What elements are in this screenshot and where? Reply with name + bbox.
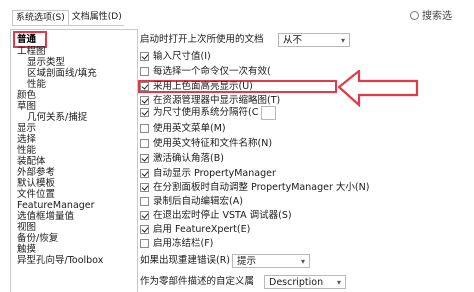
chevron-down-icon: ▾ bbox=[340, 36, 345, 45]
search-box[interactable]: 搜索选 bbox=[410, 7, 452, 22]
checkbox[interactable] bbox=[140, 239, 149, 248]
checkbox[interactable] bbox=[140, 169, 149, 178]
annotation-arrow-icon bbox=[338, 70, 419, 108]
checkbox[interactable] bbox=[140, 139, 149, 148]
option-label: 激活确认角落(B) bbox=[153, 153, 224, 164]
option-label: 使用英文菜单(M) bbox=[153, 123, 226, 134]
search-placeholder: 搜索选 bbox=[422, 11, 452, 22]
tab-document-properties[interactable]: 文档属性(D) bbox=[69, 10, 125, 24]
options-tree: 普通 工程图 显示类型 区域剖面线/填充 性能 颜色 草图 几何关系/捕捉 显示… bbox=[10, 29, 138, 292]
option-label: 自动显示 PropertyManager bbox=[153, 168, 276, 179]
chevron-down-icon: ▾ bbox=[336, 278, 341, 287]
tree-item-hole-wizard-toolbox[interactable]: 异型孔向导/Toolbox bbox=[17, 255, 103, 267]
checkbox[interactable] bbox=[140, 211, 149, 220]
startup-select-value: 从不 bbox=[283, 35, 303, 46]
option-label: 启用 FeatureXpert(E) bbox=[153, 224, 251, 235]
checkbox[interactable] bbox=[140, 154, 149, 163]
rebuild-error-select[interactable]: 提示 ▾ bbox=[232, 254, 310, 268]
options-tabs: 系统选项(S) 文档属性(D) bbox=[12, 10, 125, 26]
option-label: 启用冻结栏(F) bbox=[153, 238, 214, 249]
checkbox[interactable] bbox=[140, 183, 149, 192]
search-icon bbox=[410, 11, 419, 20]
checkbox[interactable] bbox=[140, 108, 149, 117]
tree-item-relations-snaps[interactable]: 几何关系/捕捉 bbox=[27, 112, 87, 124]
startup-select[interactable]: 从不 ▾ bbox=[278, 33, 350, 47]
rebuild-error-label: 如果出现重建错误(R) bbox=[140, 255, 231, 266]
tab-system-options[interactable]: 系统选项(S) bbox=[12, 10, 69, 25]
option-label: 在退出宏时停止 VSTA 调试器(S) bbox=[153, 210, 292, 221]
custom-prop-value: Description bbox=[269, 277, 324, 288]
checkbox[interactable] bbox=[140, 124, 149, 133]
option-label: 使用英文特征和文件名称(N) bbox=[153, 138, 273, 149]
checkbox[interactable] bbox=[140, 197, 149, 206]
custom-prop-label: 作为零部件描述的自定义属 bbox=[140, 276, 255, 287]
tab-underline bbox=[12, 25, 124, 26]
option-label: 为尺寸使用系统分隔符(C bbox=[153, 107, 259, 118]
option-label: 每选择一个命令仅一次有效( bbox=[153, 66, 271, 77]
custom-prop-select[interactable]: Description ▾ bbox=[264, 275, 346, 289]
option-label: 采用上色面高亮显示(U) bbox=[153, 81, 253, 92]
separator-input[interactable] bbox=[261, 106, 276, 120]
startup-label: 启动时打开上次所使用的文档 bbox=[140, 34, 264, 45]
option-label: 在分割面板时自动调整 PropertyManager 大小(N) bbox=[153, 182, 370, 193]
chevron-down-icon: ▾ bbox=[300, 257, 305, 266]
checkbox[interactable] bbox=[140, 225, 149, 234]
option-label: 录制后自动编辑宏(A) bbox=[153, 196, 243, 207]
checkbox[interactable] bbox=[140, 96, 149, 105]
rebuild-error-value: 提示 bbox=[237, 256, 257, 267]
checkbox[interactable] bbox=[140, 82, 149, 91]
checkbox[interactable] bbox=[140, 67, 149, 76]
option-label: 输入尺寸值(I) bbox=[153, 51, 211, 62]
checkbox[interactable] bbox=[140, 52, 149, 61]
